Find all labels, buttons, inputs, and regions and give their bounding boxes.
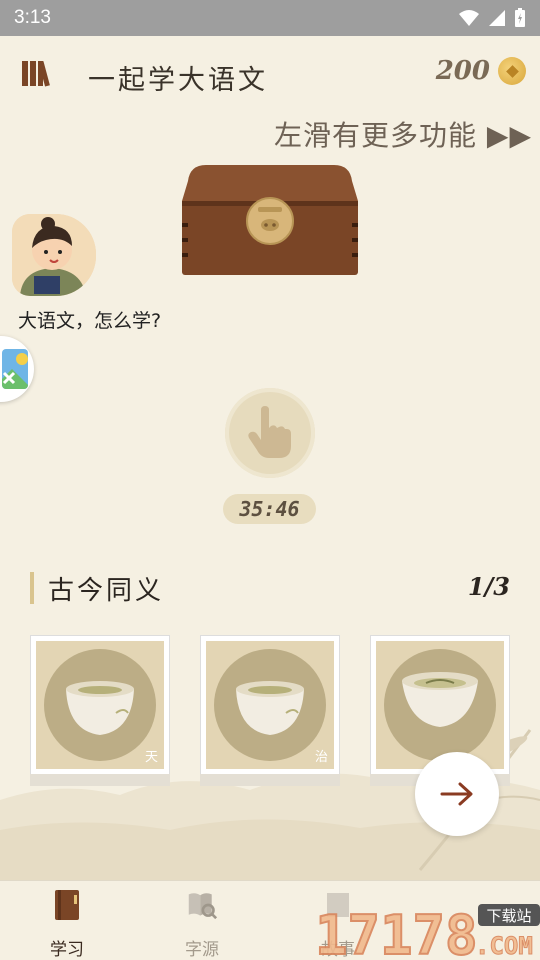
- card-character: 治: [314, 750, 328, 765]
- status-bar: 3:13: [0, 0, 540, 36]
- library-icon[interactable]: [20, 58, 54, 88]
- notebook-icon: [55, 890, 79, 920]
- card-item[interactable]: 治: [200, 635, 340, 786]
- tea-cup-image: 治: [206, 641, 334, 769]
- mascot-caption: 大语文，怎么学?: [18, 310, 162, 332]
- coin-balance[interactable]: 200: [436, 56, 526, 86]
- countdown-timer: 35:46: [223, 494, 316, 524]
- watermark-number: 17178: [315, 904, 478, 960]
- arrow-right-icon: [440, 782, 473, 806]
- section-accent-bar: [30, 572, 34, 604]
- nav-item-study[interactable]: 学习: [27, 889, 107, 960]
- section-page-indicator: 1/3: [467, 572, 510, 601]
- app-header: 一起学大语文 200: [0, 36, 540, 112]
- tea-cup-image: [376, 641, 504, 769]
- watermark-logo: 17178 下载站 .COM: [314, 903, 540, 960]
- section-header: 古今同义 1/3: [30, 570, 510, 606]
- tap-check-in-button[interactable]: [225, 388, 315, 478]
- card-character: 天: [144, 750, 158, 765]
- book-search-icon: [188, 893, 218, 920]
- nav-label: 字源: [185, 940, 219, 960]
- watermark-domain: .COM: [475, 932, 533, 960]
- swipe-hint: 左滑有更多功能 ▶▶: [274, 119, 532, 152]
- image-icon: [2, 349, 28, 389]
- site-watermark: 17178 下载站 .COM: [314, 896, 540, 960]
- hand-pointer-icon: [248, 406, 291, 458]
- status-time: 3:13: [14, 7, 51, 28]
- signal-icon: [489, 10, 505, 26]
- coin-icon: [498, 57, 526, 85]
- next-button[interactable]: [415, 752, 499, 836]
- nav-label: 学习: [50, 940, 84, 960]
- app-title: 一起学大语文: [88, 65, 268, 96]
- nav-item-character-origin[interactable]: 字源: [162, 889, 242, 960]
- scholar-illustration: [12, 214, 96, 296]
- section-title: 古今同义: [48, 576, 165, 606]
- wifi-icon: [459, 10, 479, 26]
- card-item[interactable]: 天: [30, 635, 170, 786]
- battery-icon: [515, 8, 525, 27]
- coin-count: 200: [435, 56, 490, 86]
- floating-image-widget[interactable]: [0, 336, 34, 402]
- watermark-tag: 下载站: [486, 907, 531, 925]
- mascot-avatar[interactable]: [12, 214, 96, 296]
- tea-cup-image: 天: [36, 641, 164, 769]
- treasure-chest-icon[interactable]: [180, 163, 360, 278]
- card-item[interactable]: [370, 635, 510, 786]
